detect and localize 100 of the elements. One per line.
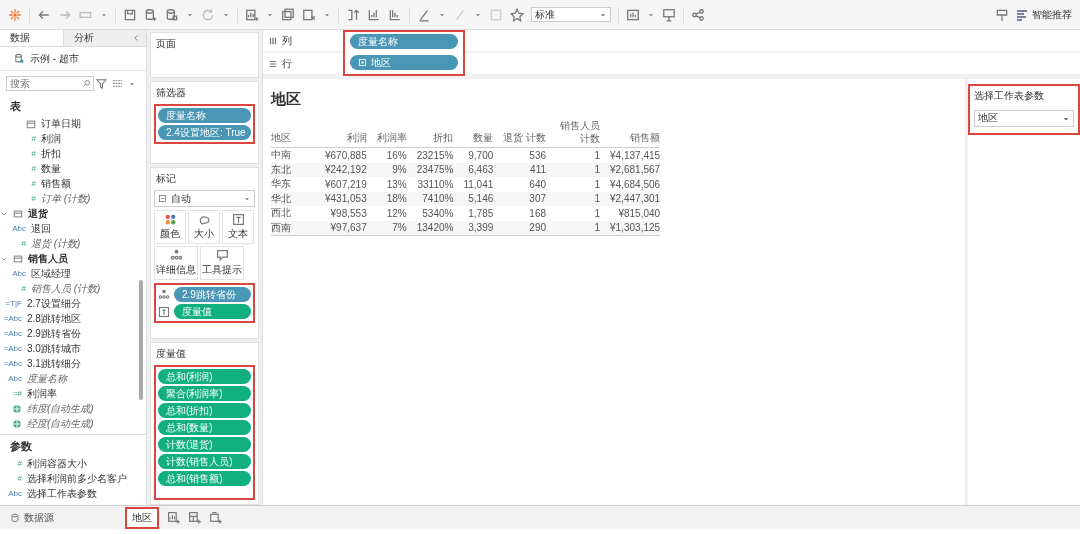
column-header[interactable]: 数量 [453, 119, 494, 148]
table-cell: 7% [366, 220, 407, 236]
folder-name[interactable]: 销售人员 [28, 251, 68, 266]
marks-button[interactable]: 颜色 [154, 210, 186, 244]
chart-list-icon [1016, 8, 1028, 21]
show-cards-icon[interactable] [626, 7, 640, 22]
field-name[interactable]: 选择工作表参数 [27, 486, 97, 501]
field-name[interactable]: 退货 (计数) [31, 236, 81, 251]
new-dashboard-icon[interactable] [188, 511, 201, 524]
filter-icon[interactable] [96, 78, 107, 89]
swap-icon[interactable] [346, 7, 360, 22]
highlight-icon[interactable] [417, 7, 431, 22]
field-name[interactable]: 销售人员 (计数) [31, 281, 101, 296]
column-header[interactable]: 退货 计数 [493, 119, 547, 148]
field-name[interactable]: 2.9跳转省份 [27, 326, 81, 341]
new-worksheet-icon[interactable] [245, 7, 259, 22]
show-me-button[interactable]: 智能推荐 [1016, 7, 1072, 22]
mark-type-dropdown[interactable]: 自动 [154, 190, 255, 207]
sort-ascending-icon[interactable] [367, 7, 381, 22]
color-dots-icon [163, 213, 177, 226]
calendar-icon [26, 118, 36, 129]
size-shape-icon [197, 213, 211, 226]
field-name[interactable]: 度量名称 [27, 371, 67, 386]
field-name[interactable]: 选择利润前多少名客户 [27, 471, 127, 486]
sheet-title: 地区 [271, 90, 302, 109]
table-cell: 11,041 [453, 177, 494, 192]
text-box-icon[interactable] [158, 305, 170, 318]
data-type-label: # [16, 474, 22, 483]
table-cell: 290 [493, 220, 547, 236]
column-header[interactable]: 折扣 [406, 119, 454, 148]
card-title: 页面 [156, 37, 177, 51]
field-name[interactable]: 2.7设置细分 [27, 296, 81, 311]
data-source-icon[interactable] [165, 7, 179, 22]
marks-button[interactable]: 详细信息 [154, 246, 198, 280]
scrollbar[interactable] [139, 280, 143, 400]
column-header[interactable]: 利润率 [366, 119, 407, 148]
sort-descending-icon[interactable] [388, 7, 402, 22]
field-name[interactable]: 3.1跳转细分 [27, 356, 81, 371]
table-icon [13, 253, 23, 264]
table-cell: 33110% [406, 177, 454, 192]
field-name[interactable]: 利润 [41, 131, 61, 146]
table-cell: ¥1,303,125 [600, 220, 661, 236]
field-name[interactable]: 经度(自动生成) [27, 416, 94, 431]
parameter-dropdown[interactable]: 地区 [974, 110, 1074, 127]
data-type-label: =Abc [2, 329, 22, 338]
fit-dropdown[interactable]: 标准 [531, 7, 611, 22]
column-header[interactable]: 销售额 [600, 119, 661, 148]
table-cell: 18% [366, 191, 407, 206]
view-options-icon[interactable] [112, 78, 123, 89]
clear-sheet-icon[interactable] [302, 7, 316, 22]
table-cell: ¥4,684,506 [600, 177, 661, 192]
column-header[interactable]: 地区 [271, 119, 315, 148]
field-name[interactable]: 区域经理 [31, 266, 71, 281]
field-name[interactable]: 2.8跳转地区 [27, 311, 81, 326]
table-cell: ¥4,137,415 [600, 147, 661, 163]
parameter-title: 选择工作表参数 [974, 89, 1045, 103]
field-name[interactable]: 订单日期 [41, 116, 81, 131]
field-name[interactable]: 订单 (计数) [41, 191, 91, 206]
field-name[interactable]: 3.0跳转城市 [27, 341, 81, 356]
table-cell: 西北 [271, 206, 315, 221]
sparkle-icon[interactable] [8, 7, 22, 22]
table-cell: 9% [366, 162, 407, 177]
new-worksheet-icon[interactable] [167, 511, 180, 524]
sheet-tab[interactable]: 地区 [127, 508, 157, 527]
table-cell: 华北 [271, 191, 315, 206]
table-cell: 168 [493, 206, 547, 221]
table-cell: 12% [366, 206, 407, 221]
detail-dots-icon[interactable] [158, 288, 170, 301]
duplicate-sheet-icon[interactable] [281, 7, 295, 22]
share-icon[interactable] [691, 7, 705, 22]
table-cell: 640 [493, 177, 547, 192]
data-source-name[interactable]: 示例 - 超市 [30, 51, 79, 66]
field-name[interactable]: 数量 [41, 161, 61, 176]
marks-button[interactable]: 工具提示 [200, 246, 244, 280]
data-type-label: # [16, 459, 22, 468]
marks-button[interactable]: 大小 [188, 210, 220, 244]
folder-name[interactable]: 退货 [28, 206, 48, 221]
field-name[interactable]: 退回 [31, 221, 51, 236]
table-cell: 东北 [271, 162, 315, 177]
card-title: 度量值 [156, 347, 187, 361]
data-source-tab[interactable]: 数据源 [5, 508, 59, 527]
marks-button[interactable]: 文本 [222, 210, 254, 244]
data-type-label: Abc [11, 269, 26, 278]
field-name[interactable]: 纬度(自动生成) [27, 401, 94, 416]
add-data-source-icon[interactable] [144, 7, 158, 22]
presenter-icon[interactable] [995, 7, 1009, 22]
table-cell: ¥607,219 [315, 177, 367, 192]
field-name[interactable]: 折扣 [41, 146, 61, 161]
column-header[interactable]: 利润 [315, 119, 367, 148]
presentation-icon[interactable] [662, 7, 676, 22]
field-name[interactable]: 利润容器大小 [27, 456, 87, 471]
pane-tab[interactable]: 分析 [63, 30, 126, 46]
field-name[interactable]: 销售额 [41, 176, 71, 191]
globe-icon [12, 418, 22, 429]
new-story-icon[interactable] [209, 511, 222, 524]
search-field[interactable]: 搜索 [6, 76, 94, 91]
save-icon[interactable] [123, 7, 137, 22]
field-name[interactable]: 利润率 [27, 386, 57, 401]
table-cell: 1 [546, 191, 601, 206]
column-header[interactable]: 销售人员计数 [546, 119, 601, 148]
